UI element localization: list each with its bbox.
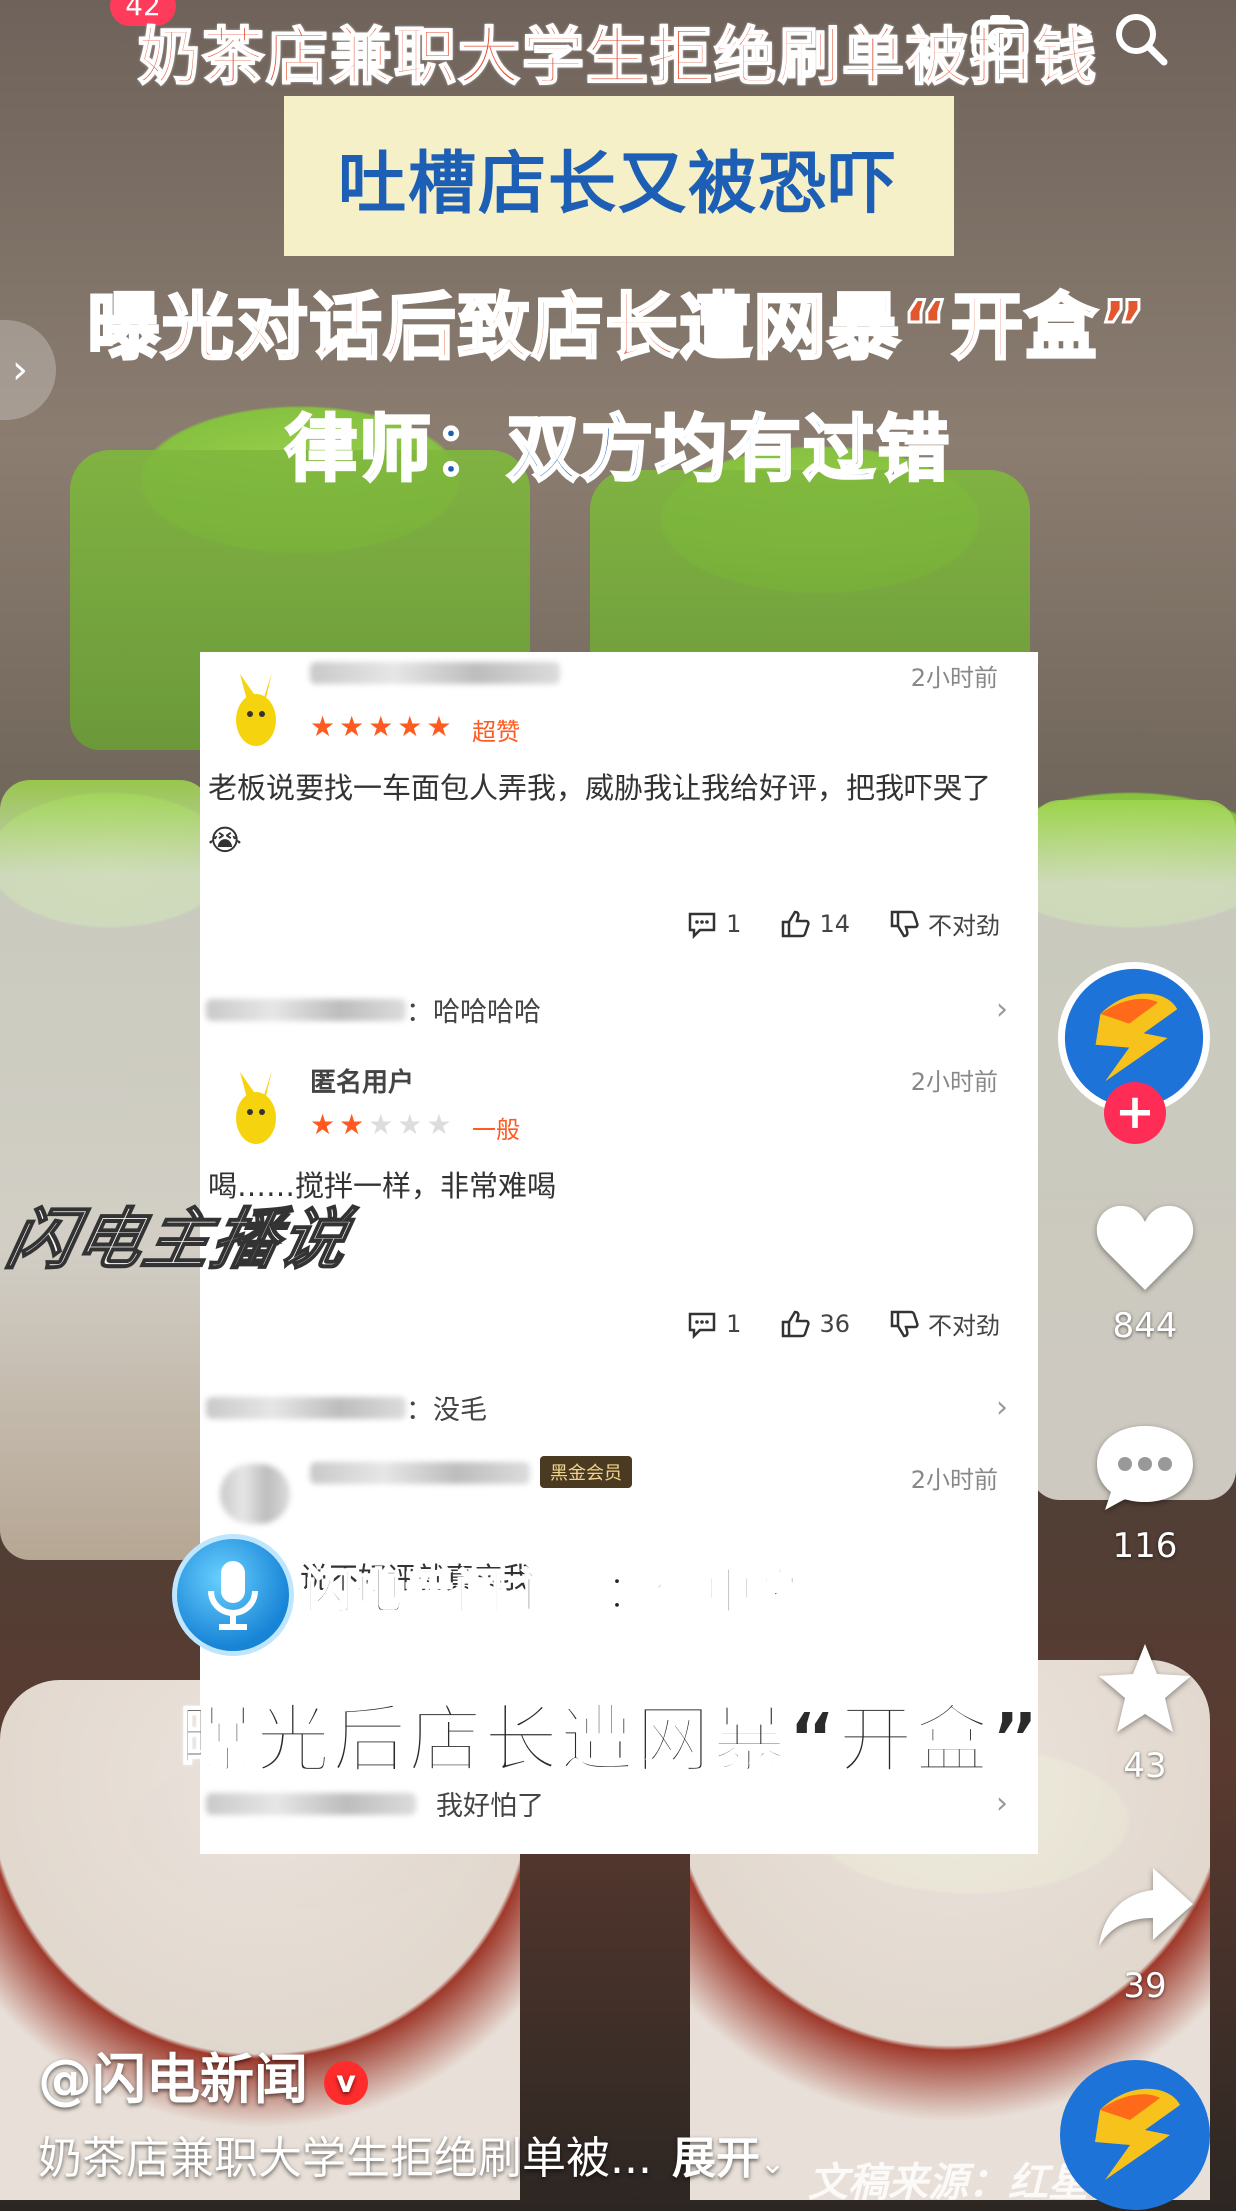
blurred-reply-username	[206, 1792, 416, 1815]
author-name[interactable]: @闪电新闻 v	[38, 2035, 368, 2114]
microphone-icon	[172, 1534, 294, 1656]
video-caption: 曝光后店长遭网暴“开盒”	[179, 1696, 1042, 1784]
like-count: 36	[819, 1309, 850, 1338]
milk-tea-cup-right	[1030, 800, 1236, 1500]
star-icon	[1099, 1644, 1191, 1732]
review-actions: 1 36 不对劲	[686, 1306, 1000, 1341]
blurred-reply-username	[206, 1396, 406, 1419]
blurred-reply-username	[206, 998, 406, 1021]
thumbs-up-icon	[782, 910, 811, 937]
dislike-label: 不对劲	[928, 1312, 1000, 1340]
like-count: 14	[819, 909, 850, 938]
reply-count: 1	[726, 909, 742, 938]
follow-button[interactable]: +	[1104, 1082, 1166, 1144]
thumbs-down-icon	[890, 910, 919, 937]
watermark-logo: 闪电主播说	[0, 1200, 358, 1279]
milk-tea-cup-left	[0, 780, 210, 1560]
chevron-right-icon: ›	[996, 1390, 1008, 1425]
dislike-button[interactable]: 不对劲	[888, 1306, 1000, 1341]
like-button[interactable]: 36	[779, 1306, 850, 1341]
headline-line1: 奶茶店兼职大学生拒绝刷单被扣钱	[137, 19, 1098, 94]
thumbs-up-icon	[782, 1310, 811, 1337]
anchor-name-label: 闪电新闻主播：信中豪	[304, 1563, 806, 1621]
review-text: 老板说要找一车面包人弄我，威胁我让我给好评，把我吓哭了😭	[208, 771, 992, 857]
like-button[interactable]: 14	[779, 906, 850, 941]
vip-badge: 黑金会员	[540, 1456, 632, 1488]
blurred-username	[310, 1462, 530, 1484]
vip-label: 黑金会员	[540, 1456, 632, 1488]
reply-preview-text: ：哈哈哈哈	[406, 997, 541, 1028]
chevron-down-icon: ⌄	[759, 2146, 786, 2181]
share-count: 39	[1123, 1966, 1167, 2006]
reply-preview-row[interactable]: 我好怕了 ›	[206, 1784, 1008, 1823]
author-handle[interactable]: @闪电新闻	[38, 2048, 308, 2111]
blurred-username	[310, 662, 560, 684]
favorite-count: 43	[1123, 1746, 1167, 1786]
star-rating: ★★★★★	[310, 710, 456, 743]
verified-badge-icon: v	[324, 2061, 368, 2106]
reply-preview-text: 我好怕了	[436, 1791, 544, 1822]
expand-button[interactable]: 展开	[672, 2133, 760, 2184]
heart-icon	[1096, 1205, 1194, 1290]
rating-label: 超赞	[472, 718, 520, 746]
comment-action[interactable]: 116	[1060, 1420, 1230, 1566]
star-rating: ★★★★★	[310, 1108, 456, 1141]
chevron-right-icon: ›	[996, 992, 1008, 1027]
reply-preview-text: ：没毛	[406, 1395, 487, 1426]
review-time: 2小时前	[910, 1068, 998, 1096]
rating-label: 一般	[472, 1116, 520, 1144]
music-disc-icon[interactable]	[1060, 2060, 1210, 2210]
headline-line4: 律师：双方均有过错	[283, 406, 951, 493]
search-icon[interactable]	[1110, 8, 1170, 68]
yellow-mascot-avatar-icon	[236, 672, 276, 746]
reply-count: 1	[726, 1309, 742, 1338]
reply-button[interactable]: 1	[686, 906, 741, 941]
chevron-right-icon: ›	[996, 1786, 1008, 1821]
description-text: 奶茶店兼职大学生拒绝刷单被...	[38, 2133, 652, 2184]
review-actions: 1 14 不对劲	[686, 906, 1000, 941]
share-arrow-icon	[1099, 1868, 1193, 1946]
favorite-action[interactable]: 43	[1060, 1640, 1230, 1786]
comment-bubble-icon	[688, 912, 716, 939]
review-time: 2小时前	[910, 664, 998, 692]
share-action[interactable]: 39	[1060, 1860, 1230, 2006]
comment-count: 116	[1112, 1526, 1178, 1566]
review-time: 2小时前	[910, 1466, 998, 1494]
review-username: 匿名用户	[310, 1068, 415, 1098]
reply-preview-row[interactable]: ：哈哈哈哈 ›	[206, 990, 1008, 1029]
comment-icon	[1097, 1426, 1193, 1510]
video-description[interactable]: 奶茶店兼职大学生拒绝刷单被... 展开⌄	[38, 2122, 785, 2186]
headline-line3: 曝光对话后致店长遭网暴“开盒”	[86, 284, 1149, 371]
camera-icon[interactable]	[970, 12, 1030, 62]
headline-line2: 吐槽店长又被恐吓	[337, 145, 898, 224]
reply-preview-row[interactable]: ：没毛 ›	[206, 1388, 1008, 1427]
reply-button[interactable]: 1	[686, 1306, 741, 1341]
like-action[interactable]: 844	[1060, 1200, 1230, 1346]
like-count: 844	[1112, 1306, 1178, 1346]
dislike-button[interactable]: 不对劲	[888, 906, 1000, 941]
thumbs-down-icon	[890, 1310, 919, 1337]
dislike-label: 不对劲	[928, 912, 1000, 940]
blurred-avatar	[220, 1464, 290, 1524]
yellow-mascot-avatar-icon	[236, 1070, 276, 1144]
comment-bubble-icon	[688, 1312, 716, 1339]
